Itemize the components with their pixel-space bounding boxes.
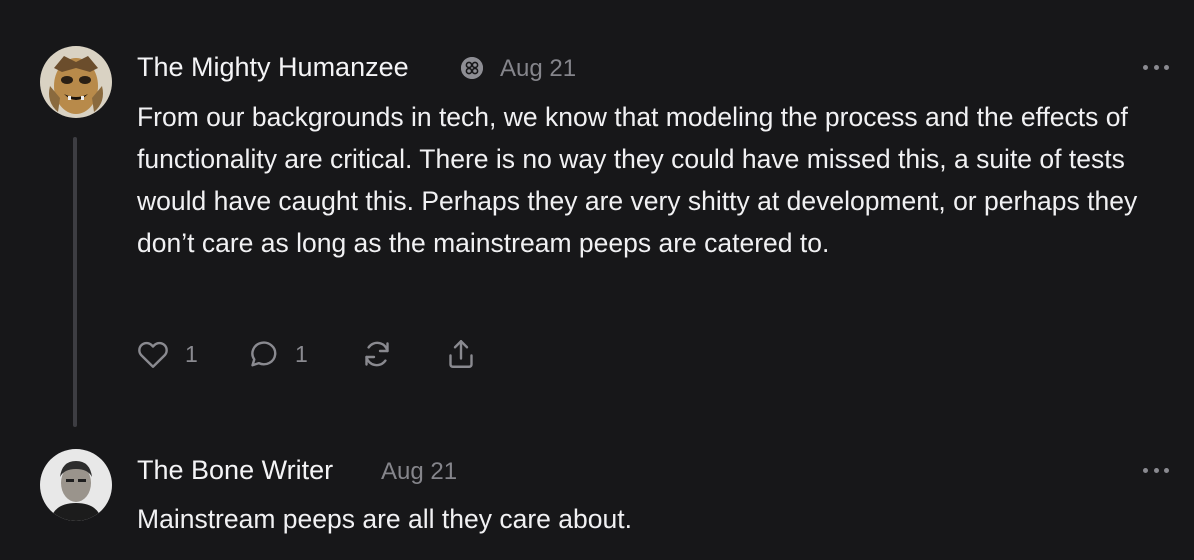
comment-body: From our backgrounds in tech, we know th…: [137, 102, 1138, 258]
comment-body: Mainstream peeps are all they care about…: [137, 504, 632, 534]
more-icon[interactable]: [1143, 465, 1169, 475]
avatar-image: [40, 449, 112, 521]
avatar[interactable]: [40, 46, 112, 118]
badge-icon: [461, 57, 483, 79]
like-button[interactable]: 1: [135, 334, 198, 374]
share-button[interactable]: [443, 334, 479, 374]
restack-button[interactable]: [359, 334, 395, 374]
reply-button[interactable]: 1: [245, 334, 308, 374]
avatar[interactable]: [40, 449, 112, 521]
comment-date: Aug 21: [500, 55, 577, 82]
share-icon: [449, 340, 473, 368]
comment-date: Aug 21: [381, 458, 458, 485]
reply-count: 1: [295, 340, 308, 367]
comment-icon: [251, 341, 277, 367]
more-icon[interactable]: [1143, 62, 1169, 72]
restack-icon: [365, 341, 389, 367]
avatar-image: [40, 46, 112, 118]
thread-line: [73, 137, 77, 427]
author-name[interactable]: The Bone Writer: [137, 455, 333, 486]
like-count: 1: [185, 340, 198, 367]
author-name[interactable]: The Mighty Humanzee: [137, 52, 409, 83]
heart-icon: [138, 341, 168, 368]
